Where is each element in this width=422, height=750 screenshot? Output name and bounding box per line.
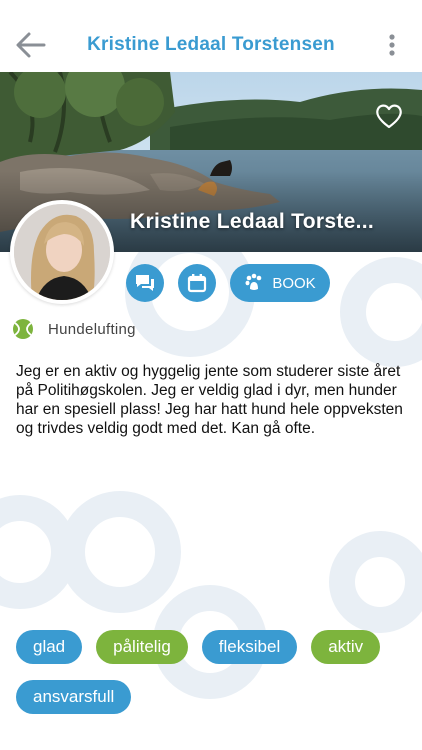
profile-photo	[14, 204, 110, 300]
trait-tags: glad pålitelig fleksibel aktiv ansvarsfu…	[16, 630, 416, 714]
message-button[interactable]	[126, 264, 164, 302]
arrow-left-icon	[16, 32, 46, 58]
service-row: Hundelufting	[12, 317, 136, 341]
calendar-icon	[187, 274, 207, 293]
action-buttons: BOOK	[126, 264, 330, 302]
tag-glad: glad	[16, 630, 83, 664]
tag-ansvarsfull: ansvarsfull	[16, 680, 132, 714]
back-button[interactable]	[14, 28, 48, 62]
profile-description: Jeg er en aktiv og hyggelig jente som st…	[16, 363, 403, 437]
profile-name-overlay: Kristine Ledaal Torste...	[130, 210, 375, 233]
kebab-menu-icon	[389, 34, 395, 56]
avatar	[10, 200, 114, 304]
tag-fleksibel: fleksibel	[201, 630, 298, 664]
heart-icon	[376, 104, 402, 129]
tag-aktiv: aktiv	[311, 630, 381, 664]
tag-palitelig: pålitelig	[96, 630, 188, 664]
more-options-button[interactable]	[382, 30, 402, 60]
top-bar: Kristine Ledaal Torstensen	[0, 0, 422, 72]
paw-icon	[245, 273, 262, 290]
chat-icon	[136, 275, 154, 291]
favorite-button[interactable]	[374, 102, 404, 130]
tennis-ball-icon	[13, 319, 33, 339]
calendar-button[interactable]	[178, 264, 216, 302]
book-button[interactable]: BOOK	[230, 264, 330, 302]
book-button-label: BOOK	[272, 274, 316, 292]
page-title: Kristine Ledaal Torstensen	[87, 34, 335, 55]
service-label: Hundelufting	[48, 320, 136, 338]
